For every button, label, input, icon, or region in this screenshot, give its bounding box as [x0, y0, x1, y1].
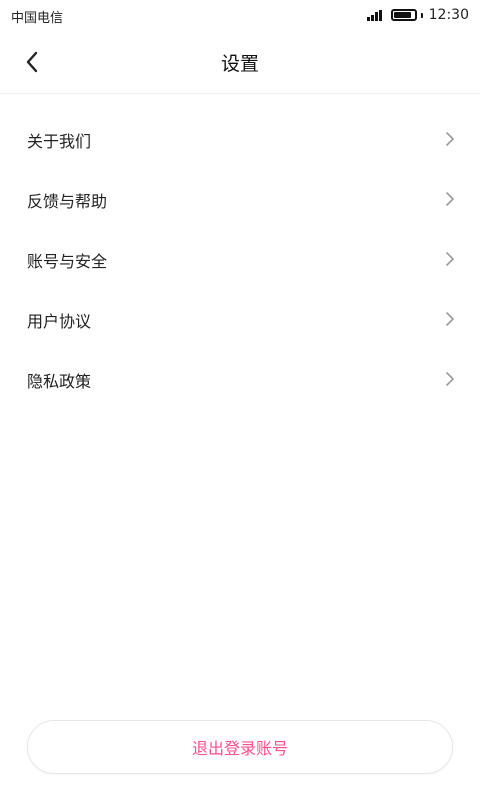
menu-item-label: 隐私政策 — [27, 372, 92, 391]
menu-item-user-agreement[interactable]: 用户协议 — [0, 290, 480, 350]
chevron-right-icon — [446, 312, 454, 326]
battery-level — [393, 12, 412, 18]
battery-tip-icon — [420, 12, 423, 18]
settings-menu: 关于我们 反馈与帮助 账号与安全 用户协议 隐私政策 — [0, 110, 480, 410]
chevron-right-icon — [446, 252, 454, 266]
chevron-right-icon — [446, 192, 454, 206]
menu-item-label: 反馈与帮助 — [27, 192, 108, 211]
menu-item-label: 关于我们 — [27, 132, 92, 151]
logout-label: 退出登录账号 — [191, 739, 288, 758]
chevron-right-icon — [446, 132, 454, 146]
clock: 12:30 — [428, 7, 469, 23]
menu-item-about-us[interactable]: 关于我们 — [0, 110, 480, 170]
carrier-name: 中国电信 — [11, 11, 64, 26]
menu-item-label: 用户协议 — [27, 312, 92, 331]
status-bar: 中国电信 12:30 — [0, 0, 480, 30]
settings-screen: 中国电信 12:30 设置 关于我们 反馈与帮助 账号与安全 用户协议 隐私政策… — [0, 0, 480, 800]
nav-bar: 设置 — [0, 30, 480, 94]
battery-icon — [390, 9, 417, 21]
signal-icon — [366, 9, 383, 21]
page-title: 设置 — [220, 53, 259, 75]
chevron-right-icon — [446, 372, 454, 386]
menu-item-feedback-help[interactable]: 反馈与帮助 — [0, 170, 480, 230]
menu-item-privacy-policy[interactable]: 隐私政策 — [0, 350, 480, 410]
menu-item-account-security[interactable]: 账号与安全 — [0, 230, 480, 290]
menu-item-label: 账号与安全 — [27, 252, 108, 271]
logout-button[interactable]: 退出登录账号 — [27, 720, 453, 774]
status-indicators: 12:30 — [366, 6, 469, 24]
